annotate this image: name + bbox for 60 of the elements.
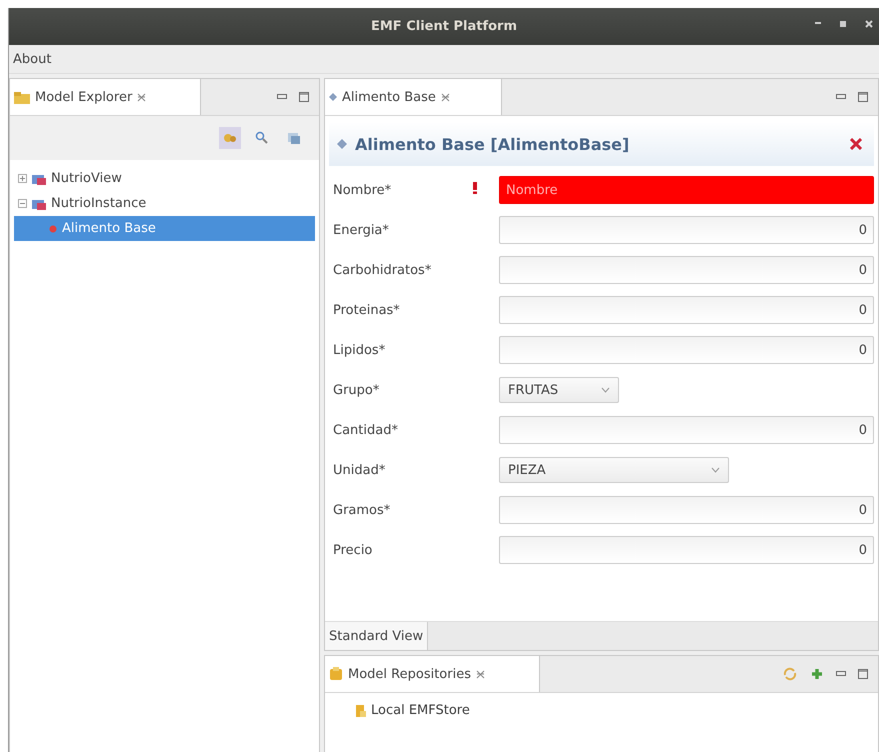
view-tab[interactable]: Standard View: [325, 622, 428, 650]
editor-heading: Alimento Base [AlimentoBase]: [355, 134, 630, 154]
input-field[interactable]: 0: [499, 216, 874, 244]
link-button[interactable]: [219, 127, 241, 149]
field-label: Lipidos*: [333, 342, 386, 358]
window-icon: [287, 131, 301, 145]
search-icon: [255, 131, 269, 145]
input-field[interactable]: 0: [499, 416, 874, 444]
repository-icon: [355, 704, 367, 718]
minimize-icon: [836, 671, 846, 677]
maximize-icon: [839, 20, 847, 28]
field-label: Proteinas*: [333, 302, 401, 318]
repository-icon: [329, 667, 343, 681]
link-icon: [223, 131, 237, 145]
field-label: Precio: [333, 542, 374, 558]
tree-item[interactable]: NutrioView: [14, 166, 315, 191]
editor-tab[interactable]: Alimento Base: [325, 79, 502, 115]
menu-item[interactable]: About: [13, 52, 52, 66]
field-label: Cantidad*: [333, 422, 399, 438]
field-label: Nombre*: [333, 182, 392, 198]
window-title: EMF Client Platform: [370, 19, 517, 34]
chevron-icon: [711, 467, 720, 473]
field-label: Gramos*: [333, 502, 392, 518]
close-icon: [865, 20, 873, 28]
input-field[interactable]: 0: [499, 496, 874, 524]
expand-icon: [18, 174, 27, 183]
tree-item[interactable]: NutrioInstance: [14, 191, 315, 216]
minimize-icon: [836, 94, 846, 100]
close-icon: [137, 92, 146, 102]
folder-icon: [14, 90, 30, 104]
view-tab[interactable]: Model Explorer: [10, 79, 201, 115]
view-tab[interactable]: Model Repositories: [325, 656, 540, 692]
minimize-icon: [277, 94, 287, 100]
input-field[interactable]: 0: [499, 256, 874, 284]
delete-icon: [850, 138, 862, 150]
repository-item[interactable]: Local EMFStore: [325, 693, 878, 718]
input-field[interactable]: 0: [499, 336, 874, 364]
dropdown[interactable]: FRUTAS: [499, 377, 619, 403]
error-icon: [473, 182, 477, 194]
diamond-icon: [329, 93, 337, 101]
maximize-icon: [299, 92, 309, 102]
field-label: Energia*: [333, 222, 390, 238]
element-icon: [48, 224, 58, 234]
maximize-icon: [858, 669, 868, 679]
sync-icon: [782, 666, 798, 682]
field-label: Carbohidratos*: [333, 262, 432, 278]
field-label: Grupo*: [333, 382, 380, 398]
input-field[interactable]: 0: [499, 296, 874, 324]
input-field[interactable]: 0: [499, 536, 874, 564]
close-icon: [476, 670, 485, 678]
dropdown[interactable]: PIEZA: [499, 457, 729, 483]
field-label: Unidad*: [333, 462, 386, 478]
diamond-icon: [337, 139, 347, 149]
input-field[interactable]: Nombre: [499, 176, 874, 204]
minimize-icon: [815, 20, 821, 24]
add-icon: [810, 667, 824, 681]
close-icon: [440, 92, 450, 102]
collapse-icon: [18, 199, 27, 208]
maximize-icon: [858, 92, 868, 102]
chevron-icon: [601, 387, 610, 393]
